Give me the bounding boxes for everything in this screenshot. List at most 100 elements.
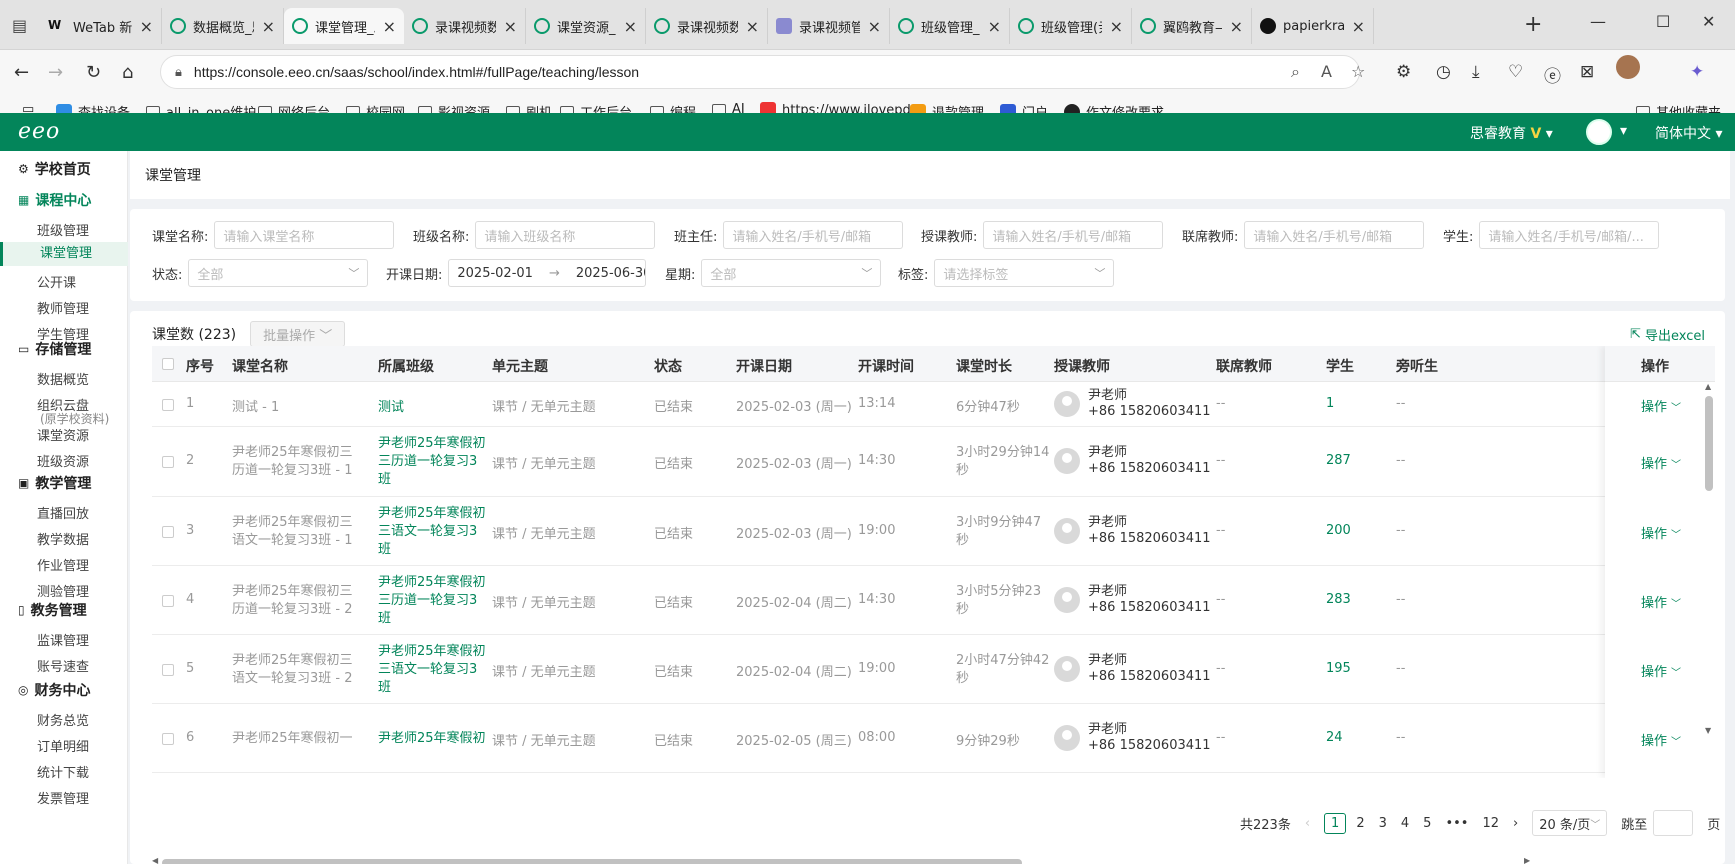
- table-row[interactable]: 3 尹老师25年寒假初三语文一轮复习3班 - 1 尹老师25年寒假初三语文一轮复习3…: [152, 497, 1715, 566]
- scroll-left-icon[interactable]: ◀: [152, 856, 158, 864]
- row-action-menu[interactable]: 操作 ﹀: [1641, 730, 1681, 749]
- sidebar-item[interactable]: 教学数据: [37, 529, 89, 548]
- class-link[interactable]: 尹老师25年寒假初三历道一轮复习3班: [378, 435, 486, 489]
- minimize-icon[interactable]: —: [1590, 12, 1606, 31]
- row-action-menu[interactable]: 操作 ﹀: [1641, 592, 1681, 611]
- scroll-down-icon[interactable]: ▼: [1705, 726, 1711, 735]
- close-tab-icon[interactable]: ×: [383, 17, 396, 36]
- browser-tab[interactable]: 班级管理(尹老 ×: [1010, 8, 1132, 44]
- horizontal-scrollbar[interactable]: ◀ ▶: [152, 856, 1715, 864]
- lesson-name-input[interactable]: 请输入课堂名称: [214, 221, 395, 249]
- reload-icon[interactable]: ↻: [86, 62, 101, 83]
- sidebar-group[interactable]: ⚙ 学校首页: [18, 159, 91, 179]
- browser-tab[interactable]: 录课视频管理 ×: [768, 8, 890, 44]
- read-aloud-icon[interactable]: A: [1321, 62, 1332, 81]
- student-count[interactable]: 195: [1326, 661, 1351, 676]
- close-tab-icon[interactable]: ×: [988, 17, 1001, 36]
- sidebar-item[interactable]: 班级管理: [37, 220, 89, 239]
- select-all-checkbox[interactable]: [162, 358, 174, 370]
- sidebar-group[interactable]: ◎ 财务中心: [18, 680, 90, 700]
- row-checkbox[interactable]: [162, 526, 174, 538]
- sidebar-item[interactable]: 监课管理: [37, 630, 89, 649]
- extensions-icon[interactable]: ⚙: [1396, 62, 1411, 82]
- sidebar-item[interactable]: 直播回放: [37, 503, 89, 522]
- close-tab-icon[interactable]: ×: [1230, 17, 1243, 36]
- favorite-star-icon[interactable]: ☆: [1351, 62, 1365, 81]
- row-checkbox[interactable]: [162, 595, 174, 607]
- browser-tab[interactable]: 课堂管理_思睿 ×: [284, 8, 404, 44]
- lesson-name[interactable]: 尹老师25年寒假初三语文一轮复习3班 - 2: [232, 652, 356, 688]
- class-link[interactable]: 尹老师25年寒假初: [378, 730, 486, 748]
- close-tab-icon[interactable]: ×: [624, 17, 637, 36]
- close-tab-icon[interactable]: ×: [140, 17, 153, 36]
- close-tab-icon[interactable]: ×: [504, 17, 517, 36]
- class-link[interactable]: 测试: [378, 396, 404, 415]
- close-tab-icon[interactable]: ×: [262, 17, 275, 36]
- zoom-icon[interactable]: ⌕: [1291, 62, 1300, 82]
- sidebar-item[interactable]: 课堂管理: [0, 242, 128, 266]
- batch-action-button[interactable]: 批量操作 ﹀: [250, 321, 346, 347]
- close-tab-icon[interactable]: ×: [1110, 17, 1123, 36]
- sidebar-group[interactable]: ▣ 教学管理: [18, 473, 91, 493]
- lesson-name[interactable]: 测试 - 1: [232, 396, 279, 415]
- browser-tab[interactable]: 数据概览_思睿 ×: [162, 8, 284, 44]
- vertical-scroll-thumb[interactable]: [1705, 396, 1713, 491]
- sidebar-item[interactable]: 公开课: [37, 272, 76, 291]
- row-checkbox[interactable]: [162, 733, 174, 745]
- teacher-input[interactable]: 请输入姓名/手机号/邮箱: [983, 221, 1164, 249]
- table-row[interactable]: 1 测试 - 1 测试 课节 / 无单元主题 已结束 2025-02-03 (周一) 13:…: [152, 382, 1715, 427]
- sidebar-item[interactable]: 数据概览: [37, 369, 89, 388]
- lesson-name[interactable]: 尹老师25年寒假初三历道一轮复习3班 - 1: [232, 444, 356, 480]
- close-tab-icon[interactable]: ×: [868, 17, 881, 36]
- sidebar-item[interactable]: 订单明细: [37, 736, 89, 755]
- lesson-name[interactable]: 尹老师25年寒假初一: [232, 730, 356, 748]
- row-action-menu[interactable]: 操作 ﹀: [1641, 661, 1681, 680]
- browser-tab[interactable]: 班级管理_思睿 ×: [890, 8, 1010, 44]
- new-tab-button[interactable]: +: [1524, 12, 1542, 37]
- goto-page-input[interactable]: [1653, 810, 1694, 836]
- sidebar-item[interactable]: 课堂资源: [37, 425, 89, 444]
- sidebar-item[interactable]: 发票管理: [37, 788, 89, 807]
- sidebar-item[interactable]: 统计下载: [37, 762, 89, 781]
- close-window-icon[interactable]: ✕: [1702, 12, 1715, 31]
- home-icon[interactable]: ⌂: [122, 62, 133, 83]
- caret-down-icon[interactable]: ▾: [1620, 123, 1627, 139]
- lesson-name[interactable]: 尹老师25年寒假初三历道一轮复习3班 - 2: [232, 583, 356, 619]
- page-button[interactable]: •••: [1445, 816, 1468, 831]
- lesson-name[interactable]: 尹老师25年寒假初三语文一轮复习3班 - 1: [232, 514, 356, 550]
- page-button[interactable]: 2: [1356, 816, 1364, 831]
- sidebar-item[interactable]: 账号速查: [37, 656, 89, 675]
- url-field[interactable]: 🔒︎ https://console.eeo.cn/saas/school/in…: [160, 55, 1365, 89]
- prev-page-icon[interactable]: ‹: [1305, 816, 1310, 831]
- student-count[interactable]: 287: [1326, 453, 1351, 468]
- table-row[interactable]: 4 尹老师25年寒假初三历道一轮复习3班 - 2 尹老师25年寒假初三历道一轮复习3…: [152, 566, 1715, 635]
- history-icon[interactable]: ◷: [1436, 62, 1451, 82]
- date-range-picker[interactable]: 2025-02-01→2025-06-30▢: [448, 259, 647, 287]
- row-action-menu[interactable]: 操作 ﹀: [1641, 523, 1681, 542]
- weekday-select[interactable]: 全部 ﹀: [701, 259, 882, 287]
- class-link[interactable]: 尹老师25年寒假初三语文一轮复习3班: [378, 643, 486, 697]
- row-checkbox[interactable]: [162, 456, 174, 468]
- browser-tab[interactable]: papierkran/C ×: [1252, 8, 1374, 44]
- page-button[interactable]: 1: [1324, 812, 1347, 834]
- health-icon[interactable]: ♡: [1508, 62, 1523, 82]
- vertical-tabs-icon[interactable]: ▤: [12, 16, 34, 35]
- download-icon[interactable]: ⤓: [1472, 62, 1480, 82]
- maximize-icon[interactable]: ☐: [1656, 12, 1670, 31]
- page-size-select[interactable]: 20 条/页 ﹀: [1532, 810, 1608, 836]
- scroll-up-icon[interactable]: ▲: [1705, 382, 1711, 391]
- row-action-menu[interactable]: 操作 ﹀: [1641, 453, 1681, 472]
- row-checkbox[interactable]: [162, 399, 174, 411]
- student-count[interactable]: 283: [1326, 592, 1351, 607]
- screenshot-icon[interactable]: ⊠: [1580, 62, 1594, 82]
- page-button[interactable]: 4: [1401, 816, 1409, 831]
- browser-tab[interactable]: 课堂资源_思睿 ×: [526, 8, 646, 44]
- student-count[interactable]: 1: [1326, 396, 1334, 411]
- tag-select[interactable]: 请选择标签 ﹀: [934, 259, 1115, 287]
- close-tab-icon[interactable]: ×: [746, 17, 759, 36]
- eeo-logo[interactable]: eeo: [18, 119, 60, 144]
- co-teacher-input[interactable]: 请输入姓名/手机号/邮箱: [1244, 221, 1425, 249]
- table-row[interactable]: 2 尹老师25年寒假初三历道一轮复习3班 - 1 尹老师25年寒假初三历道一轮复习3…: [152, 427, 1715, 497]
- page-button[interactable]: 12: [1482, 816, 1499, 831]
- table-row[interactable]: 6 尹老师25年寒假初一 尹老师25年寒假初 课节 / 无单元主题 已结束 2025-02…: [152, 704, 1715, 773]
